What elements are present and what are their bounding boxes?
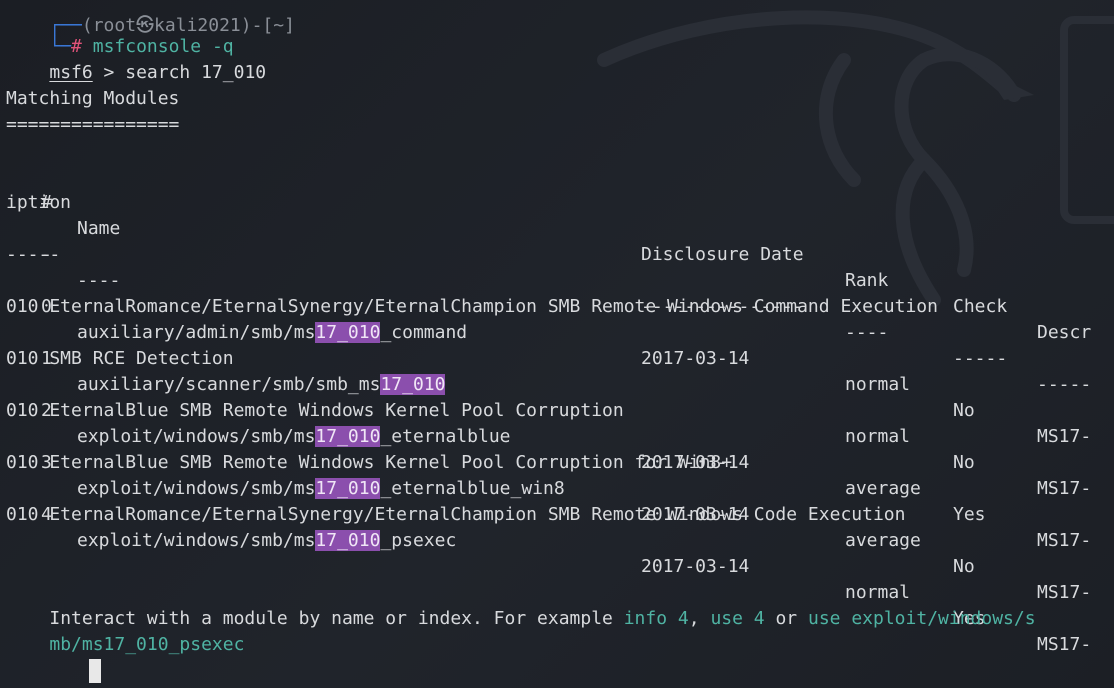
sep-rank: ---- [845,322,889,343]
shell-command-line: └─# msfconsole -q [6,8,233,57]
col-header-rank: Rank [845,270,889,291]
usage-hint-wrap: mb/ms17_010_psexec [6,606,244,655]
table-row[interactable]: 4 exploit/windows/smb/ms17_010_psexec 20… [6,476,1091,655]
msf-search-line: msf6 > search 17_010 [6,34,266,83]
module-name[interactable]: exploit/windows/smb/ms17_010_psexec [77,528,456,554]
col-header-check: Check [953,296,1008,317]
sep-desc-wrap: ----- [6,244,61,265]
row-date: 2017-03-14 [641,348,750,369]
row-rank: normal [845,426,911,447]
sep-name: ---- [77,270,121,291]
row-desc-wrap: 010 EternalBlue SMB Remote Windows Kerne… [6,452,733,473]
row-rank: normal [845,374,911,395]
sep-desc: ----- [1037,374,1092,395]
text-cursor[interactable] [89,659,101,683]
row-desc: MS17- [1037,582,1092,603]
col-header-desc-wrap: iption [6,192,72,213]
row-date: 2017-03-14 [641,556,750,577]
row-check: No [953,452,975,473]
row-rank: average [845,478,921,499]
results-heading: Matching Modules [6,88,180,109]
terminal-window[interactable]: ┌──(root㉿kali2021)-[~] └─# msfconsole -q… [0,0,1114,688]
search-command: search 17_010 [125,62,267,83]
table-row[interactable]: 0 auxiliary/admin/smb/ms17_010_command 2… [6,268,1091,447]
module-name[interactable]: auxiliary/scanner/smb/smb_ms17_010 [77,372,446,398]
example-use-index: use 4 [710,608,765,629]
row-check: No [953,400,975,421]
row-desc: MS17- [1037,478,1092,499]
row-desc-wrap: 010 SMB RCE Detection [6,348,234,369]
table-row[interactable]: 3 exploit/windows/smb/ms17_010_eternalbl… [6,424,1091,603]
col-header-date: Disclosure Date [641,244,804,265]
sep-check: ----- [953,348,1008,369]
results-heading-rule: ================ [6,114,180,135]
row-desc: MS17- [1037,426,1092,447]
search-highlight: 17_010 [380,374,446,395]
row-check: No [953,556,975,577]
table-separator-row: - ---- --------------- ---- ----- ----- [6,216,1091,395]
msf-prompt-arrow: > [92,62,126,83]
example-use-path: use exploit/windows/s [807,608,1036,629]
module-name[interactable]: auxiliary/admin/smb/ms17_010_command [77,320,467,346]
module-name[interactable]: exploit/windows/smb/ms17_010_eternalblue [77,424,511,450]
row-desc-wrap: 010 EternalRomance/EternalSynergy/Eterna… [6,296,938,317]
row-desc: MS17- [1037,530,1092,551]
col-header-name: Name [77,218,121,239]
example-use-path-wrap: mb/ms17_010_psexec [49,634,245,655]
msf-prompt-line[interactable]: msf6 > [6,658,125,688]
col-header-desc: Descr [1037,322,1092,343]
module-name[interactable]: exploit/windows/smb/ms17_010_eternalblue… [77,476,565,502]
search-highlight: 17_010 [315,530,381,551]
search-highlight: 17_010 [315,426,381,447]
table-row[interactable]: 1 auxiliary/scanner/smb/smb_ms17_010 nor… [6,320,1091,499]
row-rank: average [845,530,921,551]
row-desc-wrap: 010 EternalBlue SMB Remote Windows Kerne… [6,400,624,421]
search-highlight: 17_010 [315,478,381,499]
search-highlight: 17_010 [315,322,381,343]
msf-prompt-name: msf6 [49,62,93,83]
row-desc: MS17- [1037,634,1092,655]
row-check: Yes [953,504,986,525]
table-row[interactable]: 2 exploit/windows/smb/ms17_010_eternalbl… [6,372,1091,551]
example-info: info 4 [623,608,689,629]
row-desc-wrap: 010 EternalRomance/EternalSynergy/Eterna… [6,504,906,525]
usage-hint: Interact with a module by name or index.… [49,608,1036,629]
table-header-row: # Name Disclosure Date Rank Check Descr [6,164,1091,343]
